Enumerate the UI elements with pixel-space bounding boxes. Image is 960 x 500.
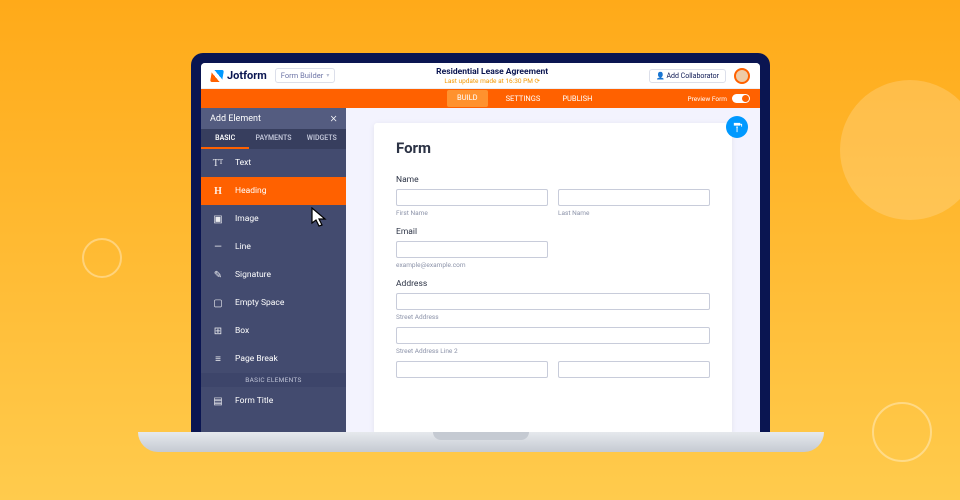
preview-form-label: Preview Form — [688, 95, 727, 103]
form-builder-label: Form Builder — [281, 71, 324, 80]
add-collab-label: Add Collaborator — [666, 72, 719, 80]
element-page-break[interactable]: ≡ Page Break — [201, 345, 346, 373]
sidebar-tab-basic[interactable]: BASIC — [201, 129, 249, 149]
street-address-input[interactable] — [396, 293, 710, 310]
city-input[interactable] — [396, 361, 548, 378]
sidebar-title: Add Element — [210, 114, 261, 124]
element-empty-space[interactable]: ▢ Empty Space — [201, 289, 346, 317]
street-address-sublabel: Street Address — [396, 313, 710, 321]
email-sublabel: example@example.com — [396, 261, 548, 269]
form-canvas: Form Name First Name Last Name — [346, 108, 760, 434]
form-preview-card: Form Name First Name Last Name — [374, 123, 732, 434]
last-update-text: Last update made at 16:30 PM ⟳ — [343, 77, 641, 85]
element-heading-label: Heading — [235, 186, 267, 196]
basic-elements-section: BASIC ELEMENTS — [201, 373, 346, 387]
sidebar-tab-widgets[interactable]: WIDGETS — [298, 129, 346, 149]
element-text[interactable]: TT Text — [201, 149, 346, 177]
signature-icon: ✎ — [211, 270, 225, 281]
elements-sidebar: Add Element × BASIC PAYMENTS WIDGETS TT … — [201, 108, 346, 434]
user-avatar[interactable] — [734, 68, 750, 84]
nav-tab-build[interactable]: BUILD — [447, 90, 488, 107]
laptop-screen: Jotform Form Builder ▾ Residential Lease… — [191, 53, 770, 434]
street-address-2-input[interactable] — [396, 327, 710, 344]
page-break-icon: ≡ — [211, 354, 225, 365]
address-label: Address — [396, 279, 710, 289]
preview-toggle[interactable] — [732, 94, 750, 103]
first-name-sublabel: First Name — [396, 209, 548, 217]
first-name-input[interactable] — [396, 189, 548, 206]
jotform-logo[interactable]: Jotform — [211, 69, 267, 82]
chevron-down-icon: ▾ — [326, 72, 329, 79]
element-image[interactable]: ▣ Image — [201, 205, 346, 233]
paint-roller-button[interactable] — [726, 116, 748, 138]
close-icon[interactable]: × — [330, 111, 337, 126]
element-form-title[interactable]: ▤ Form Title — [201, 387, 346, 415]
box-icon: ⊞ — [211, 326, 225, 337]
element-line[interactable]: — Line — [201, 233, 346, 261]
nav-tab-settings[interactable]: SETTINGS — [502, 90, 545, 107]
element-box[interactable]: ⊞ Box — [201, 317, 346, 345]
nav-tab-publish[interactable]: PUBLISH — [558, 90, 596, 107]
element-signature-label: Signature — [235, 270, 271, 280]
element-empty-space-label: Empty Space — [235, 298, 284, 308]
element-image-label: Image — [235, 214, 259, 224]
logo-mark-icon — [210, 70, 224, 82]
form-title: Form — [396, 139, 710, 157]
element-box-label: Box — [235, 326, 249, 336]
name-label: Name — [396, 175, 710, 185]
document-title: Residential Lease Agreement — [343, 67, 641, 77]
app-topbar: Jotform Form Builder ▾ Residential Lease… — [201, 63, 760, 89]
element-page-break-label: Page Break — [235, 354, 278, 364]
street-address-2-sublabel: Street Address Line 2 — [396, 347, 710, 355]
empty-space-icon: ▢ — [211, 298, 225, 309]
element-line-label: Line — [235, 242, 251, 252]
main-nav: BUILD SETTINGS PUBLISH Preview Form — [201, 89, 760, 108]
form-title-icon: ▤ — [211, 396, 225, 407]
state-input[interactable] — [558, 361, 710, 378]
form-builder-dropdown[interactable]: Form Builder ▾ — [275, 68, 336, 83]
email-label: Email — [396, 227, 710, 237]
element-text-label: Text — [235, 158, 251, 168]
last-name-input[interactable] — [558, 189, 710, 206]
element-form-title-label: Form Title — [235, 396, 273, 406]
element-heading[interactable]: H Heading — [201, 177, 346, 205]
laptop-base — [138, 432, 824, 452]
element-signature[interactable]: ✎ Signature — [201, 261, 346, 289]
line-icon: — — [211, 242, 225, 253]
image-icon: ▣ — [211, 214, 225, 225]
heading-icon: H — [211, 186, 225, 197]
add-collaborator-button[interactable]: 👤 Add Collaborator — [649, 69, 726, 83]
email-input[interactable] — [396, 241, 548, 258]
last-name-sublabel: Last Name — [558, 209, 710, 217]
logo-text: Jotform — [227, 69, 267, 82]
sidebar-tab-payments[interactable]: PAYMENTS — [249, 129, 297, 149]
text-icon: TT — [211, 158, 225, 169]
